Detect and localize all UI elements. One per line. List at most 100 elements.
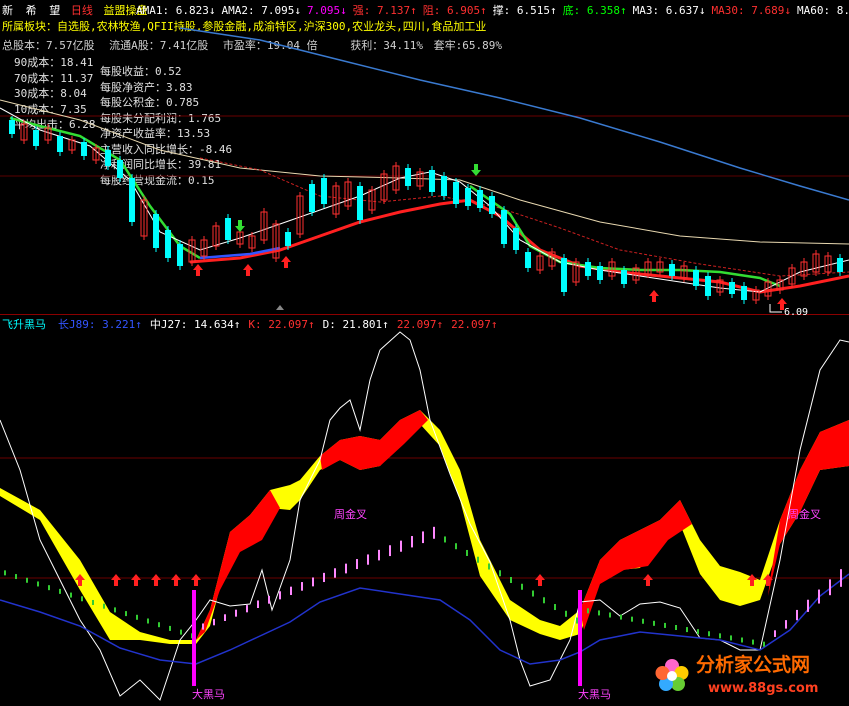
histogram-bar	[103, 603, 105, 609]
watermark-url[interactable]: www.88gs.com	[708, 682, 818, 695]
histogram-bar	[257, 600, 259, 608]
dark-horse-label-2: 大黑马	[578, 688, 611, 701]
histogram-bar	[466, 549, 468, 556]
histogram-bar	[488, 563, 490, 570]
candle-body	[357, 186, 363, 220]
candle-body	[153, 214, 159, 248]
histogram-bar	[235, 609, 237, 617]
histogram-bar	[92, 599, 94, 605]
histogram-bar	[807, 599, 809, 612]
signal-arrow-icon	[191, 574, 201, 586]
histogram-bar	[664, 622, 666, 628]
histogram-bar	[598, 610, 600, 616]
candle-body	[513, 228, 519, 250]
buy-arrow-icon	[281, 256, 291, 268]
price-chart[interactable]	[0, 0, 849, 706]
histogram-bar	[444, 536, 446, 543]
histogram-bar	[202, 623, 204, 630]
histogram-bar	[653, 620, 655, 626]
signal-arrow-icon	[151, 574, 161, 586]
histogram-bar	[367, 554, 369, 565]
candle-body	[105, 150, 111, 166]
buy-arrow-icon	[243, 264, 253, 276]
histogram-bar	[499, 570, 501, 577]
histogram-bar	[576, 617, 578, 624]
candle-body	[741, 286, 747, 300]
histogram-bar	[455, 543, 457, 550]
histogram-bar	[719, 633, 721, 639]
histogram-bar	[224, 614, 226, 621]
candle-body	[729, 282, 735, 294]
candle-body	[309, 184, 315, 212]
histogram-bar	[620, 614, 622, 620]
candle-body	[117, 160, 123, 178]
sub-indicator-name[interactable]: 飞升黑马	[2, 318, 46, 331]
candle-body	[561, 258, 567, 292]
histogram-bar	[301, 582, 303, 591]
candle-body	[81, 142, 87, 156]
histogram-bar	[400, 540, 402, 552]
j-line-white	[0, 331, 849, 701]
candle-body	[621, 270, 627, 284]
histogram-bar	[774, 630, 776, 637]
dark-horse-bar-2	[578, 590, 582, 686]
histogram-bar	[532, 590, 534, 597]
histogram-bar	[389, 545, 391, 557]
candle-body	[465, 188, 471, 206]
histogram-bar	[433, 526, 435, 539]
flower-logo-icon	[655, 659, 689, 691]
histogram-bar	[422, 531, 424, 544]
candle-body	[693, 270, 699, 286]
golden-cross-label-1: 周金叉	[334, 508, 367, 521]
candle-body	[669, 264, 675, 276]
histogram-bar	[125, 611, 127, 617]
histogram-bar	[26, 577, 28, 583]
candle-body	[225, 218, 231, 240]
candle-body	[285, 232, 291, 246]
sub-header: 飞升黑马	[2, 318, 46, 331]
kd-band-red-2	[580, 500, 692, 630]
histogram-bar	[37, 581, 39, 587]
kd-band-red-1	[320, 410, 428, 470]
chart-stage[interactable]: 新 希 望 日线 益盟操盘 AMA1: 6.823↓ AMA2: 7.095↓ 7.…	[0, 0, 849, 706]
candle-body	[501, 210, 507, 244]
candle-body	[429, 170, 435, 192]
histogram-bar	[345, 563, 347, 574]
kd-band-yellow	[0, 410, 849, 644]
histogram-bar	[752, 639, 754, 645]
signal-arrow-icon	[111, 574, 121, 586]
histogram-bar	[796, 609, 798, 621]
histogram-bar	[4, 570, 6, 576]
candle-body	[477, 190, 483, 208]
histogram-bar	[279, 591, 281, 600]
signal-arrow-icon	[535, 574, 545, 586]
sub-value-2: K: 22.097↑	[248, 318, 315, 331]
histogram-bar	[543, 597, 545, 604]
candle-body	[129, 178, 135, 222]
sub-value-1: 中J27: 14.634↑	[149, 318, 241, 331]
histogram-bar	[323, 572, 325, 583]
candle-body	[705, 276, 711, 296]
candle-body	[57, 136, 63, 152]
buy-arrow-icon	[649, 290, 659, 302]
histogram-bar	[81, 596, 83, 602]
candle-body	[489, 196, 495, 214]
histogram-bar	[312, 577, 314, 587]
candle-body	[453, 182, 459, 204]
histogram-bar	[730, 635, 732, 641]
histogram-bar	[180, 629, 182, 635]
histogram-bar	[554, 604, 556, 611]
candle-body	[597, 266, 603, 280]
histogram-bar	[356, 559, 358, 570]
histogram-bar	[114, 607, 116, 613]
histogram-bar	[246, 605, 248, 613]
sell-arrow-icon	[471, 164, 481, 176]
sub-value-5: 22.097↑	[451, 318, 498, 331]
histogram-bar	[510, 577, 512, 583]
histogram-bar	[158, 622, 160, 628]
candle-body	[405, 168, 411, 186]
histogram-bar	[818, 589, 820, 604]
histogram-bar	[411, 536, 413, 548]
candle-body	[441, 176, 447, 196]
sub-values: 长J89: 3.221↑ 中J27: 14.634↑ K: 22.097↑ D: 21…	[58, 318, 506, 331]
